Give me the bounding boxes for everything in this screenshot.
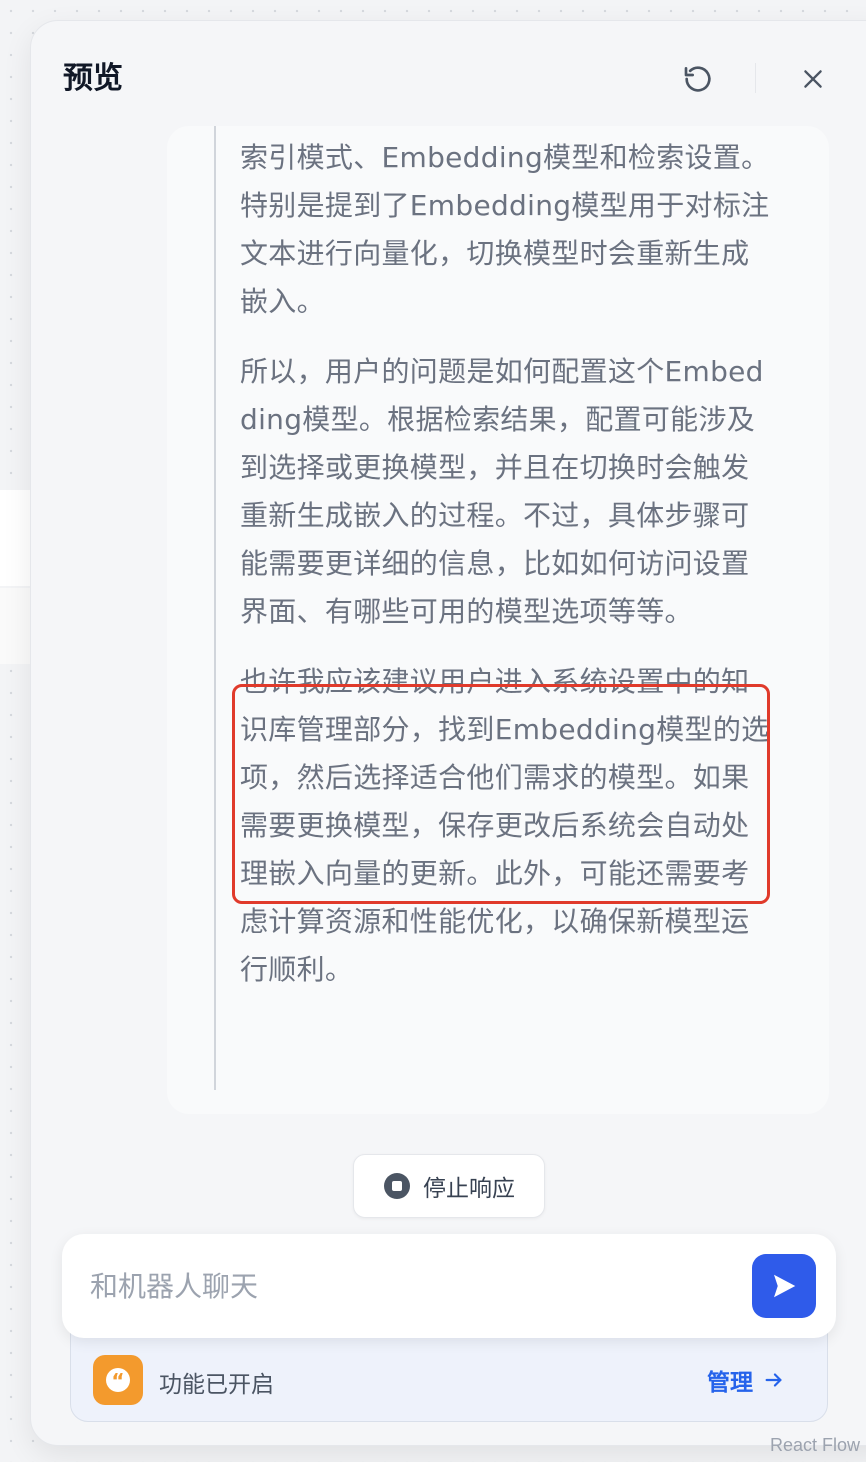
preview-panel: 预览 索引模式、Embedding模型和检索设置。特别是提到了Embedding… (30, 20, 866, 1446)
background-node (0, 588, 34, 664)
manage-link[interactable]: 管理 (707, 1363, 785, 1397)
arrow-right-icon (765, 1373, 782, 1387)
message-paragraph: 所以，用户的问题是如何配置这个Embedding模型。根据检索结果，配置可能涉及… (240, 355, 764, 628)
close-icon (804, 70, 822, 88)
message-paragraph: 也许我应该建议用户进入系统设置中的知识库管理部分，找到Embedding模型的选… (240, 665, 770, 986)
send-icon (774, 1274, 796, 1298)
react-flow-attribution[interactable]: React Flow (770, 1435, 860, 1456)
stop-response-button[interactable]: 停止响应 (353, 1154, 545, 1218)
bot-message: 索引模式、Embedding模型和检索设置。特别是提到了Embedding模型用… (167, 126, 829, 1114)
send-button[interactable] (752, 1254, 816, 1318)
refresh-button[interactable] (678, 59, 718, 99)
chat-input[interactable] (90, 1260, 730, 1312)
chat-input-container (62, 1234, 836, 1338)
thinking-quote-block: 索引模式、Embedding模型和检索设置。特别是提到了Embedding模型用… (214, 126, 774, 1090)
message-paragraph: 索引模式、Embedding模型和检索设置。特别是提到了Embedding模型用… (240, 141, 770, 318)
refresh-icon (684, 66, 711, 92)
close-button[interactable] (793, 59, 833, 99)
quote-icon: “ (93, 1355, 143, 1405)
panel-title: 预览 (63, 61, 123, 96)
header-divider (755, 63, 756, 93)
features-status-text: 功能已开启 (159, 1372, 274, 1398)
manage-label: 管理 (707, 1370, 753, 1396)
stop-response-label: 停止响应 (423, 1176, 515, 1202)
stop-circle-icon (384, 1173, 410, 1199)
background-node (0, 490, 34, 586)
svg-text:“: “ (111, 1369, 124, 1393)
panel-header: 预览 (31, 21, 866, 129)
